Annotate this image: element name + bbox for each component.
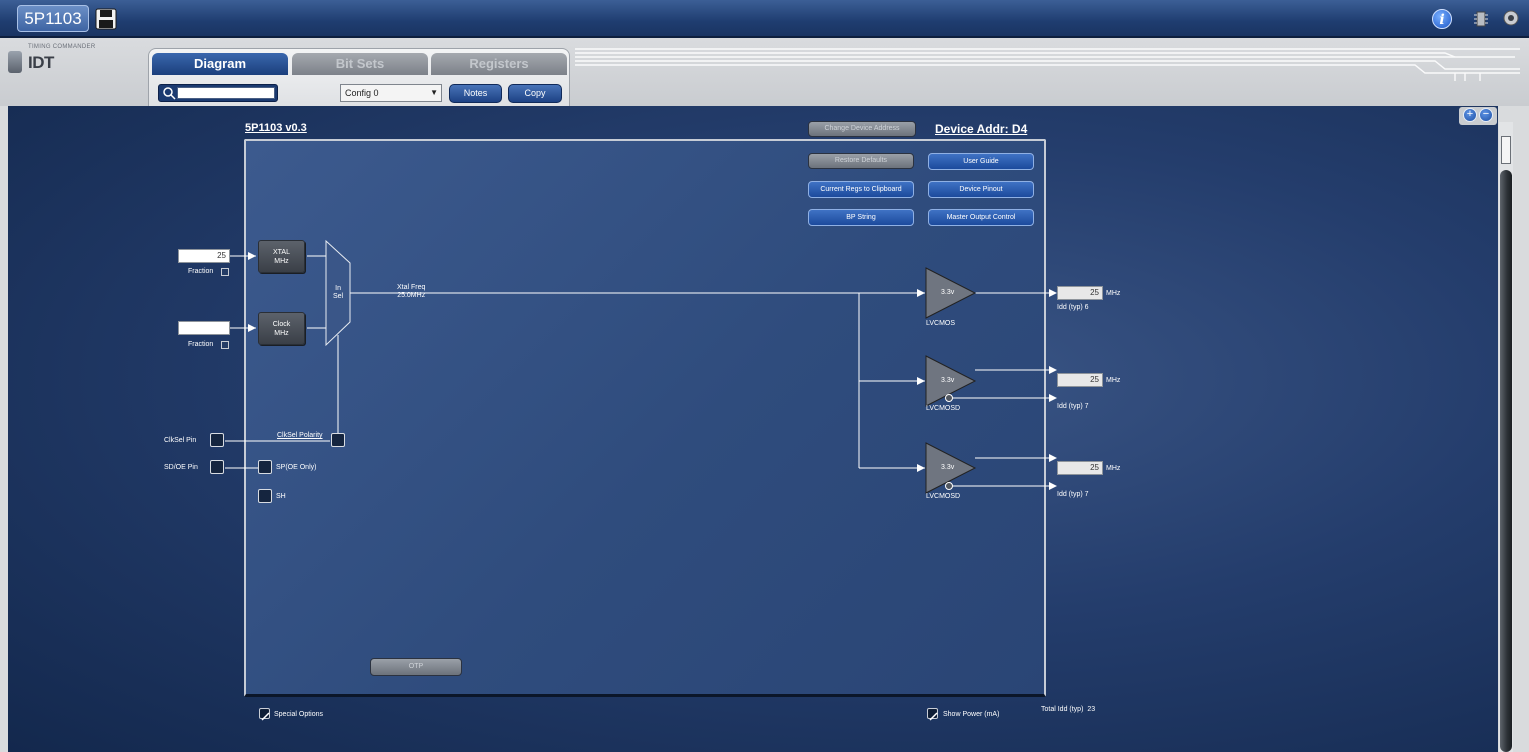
checkmark-icon xyxy=(261,712,270,721)
signal-wiring xyxy=(225,239,1057,494)
show-power-label: Show Power (mA) xyxy=(943,711,1000,718)
clock-fraction-checkbox[interactable] xyxy=(221,341,229,349)
output-0-frequency-input[interactable]: 25 xyxy=(1057,286,1103,300)
output-0-voltage[interactable]: 3.3v xyxy=(941,289,954,296)
clock-frequency-input[interactable] xyxy=(178,321,230,335)
input-select-label: In Sel xyxy=(333,285,343,301)
xtal-fraction-checkbox[interactable] xyxy=(221,268,229,276)
xtal-frequency-input[interactable]: 25 xyxy=(178,249,230,263)
xtal-block[interactable]: XTAL MHz xyxy=(258,240,305,273)
xtal-frequency-readout: Xtal Freq 25.0MHz xyxy=(397,284,425,300)
xtal-block-label-1: XTAL xyxy=(273,249,290,256)
clksel-polarity-toggle[interactable] xyxy=(331,433,345,447)
sh-label: SH xyxy=(276,493,286,500)
total-idd: Total Idd (typ) 23 xyxy=(1041,706,1095,713)
output-1-idd-value: 7 xyxy=(1084,403,1089,410)
output-0-unit: MHz xyxy=(1106,290,1121,297)
total-idd-value: 23 xyxy=(1087,706,1096,713)
sdoe-pin-toggle[interactable] xyxy=(210,460,224,474)
clock-block-label-2: MHz xyxy=(274,330,289,337)
output-1-voltage[interactable]: 3.3v xyxy=(941,377,954,384)
special-options-label: Special Options xyxy=(274,711,324,718)
output-2-idd: Idd (typ) 7 xyxy=(1057,491,1089,498)
output-1-frequency-input[interactable]: 25 xyxy=(1057,373,1103,387)
sp-oe-only-label: SP(OE Only) xyxy=(276,464,317,471)
clksel-polarity-label[interactable]: ClkSel Polarity xyxy=(277,432,323,439)
checkmark-icon xyxy=(929,712,938,721)
total-idd-label: Total Idd (typ) xyxy=(1041,706,1084,713)
output-1-idd-label: Idd (typ) xyxy=(1057,403,1083,410)
special-options-checkbox[interactable] xyxy=(259,708,270,721)
xtal-freq-label: Xtal Freq xyxy=(397,284,426,291)
output-2-idd-value: 7 xyxy=(1084,491,1089,498)
output-2-voltage[interactable]: 3.3v xyxy=(941,464,954,471)
clock-block-label-1: Clock xyxy=(272,321,291,328)
output-2-type[interactable]: LVCMOSD xyxy=(926,493,960,500)
output-1-type[interactable]: LVCMOSD xyxy=(926,405,960,412)
xtal-block-label-2: MHz xyxy=(274,258,289,265)
input-select-label-1: In xyxy=(335,285,341,292)
output-2-unit: MHz xyxy=(1106,465,1121,472)
xtal-fraction-label: Fraction xyxy=(188,268,214,275)
clock-block[interactable]: Clock MHz xyxy=(258,312,305,345)
input-select-label-2: Sel xyxy=(333,293,344,300)
sh-toggle[interactable] xyxy=(258,489,272,503)
sp-oe-only-toggle[interactable] xyxy=(258,460,272,474)
output-2-idd-label: Idd (typ) xyxy=(1057,491,1083,498)
output-1-idd: Idd (typ) 7 xyxy=(1057,403,1089,410)
output-1-unit: MHz xyxy=(1106,377,1121,384)
output-0-idd-label: Idd (typ) xyxy=(1057,304,1083,311)
clksel-pin-label: ClkSel Pin xyxy=(164,437,197,444)
clock-fraction-label: Fraction xyxy=(188,341,214,348)
show-power-checkbox[interactable] xyxy=(927,708,938,721)
output-2-frequency-input[interactable]: 25 xyxy=(1057,461,1103,475)
output-0-idd-value: 6 xyxy=(1084,304,1089,311)
output-0-idd: Idd (typ) 6 xyxy=(1057,304,1089,311)
clksel-pin-toggle[interactable] xyxy=(210,433,224,447)
output-0-type[interactable]: LVCMOS xyxy=(926,320,955,327)
sdoe-pin-label: SD/OE Pin xyxy=(164,464,198,471)
xtal-freq-value: 25.0MHz xyxy=(397,292,426,299)
